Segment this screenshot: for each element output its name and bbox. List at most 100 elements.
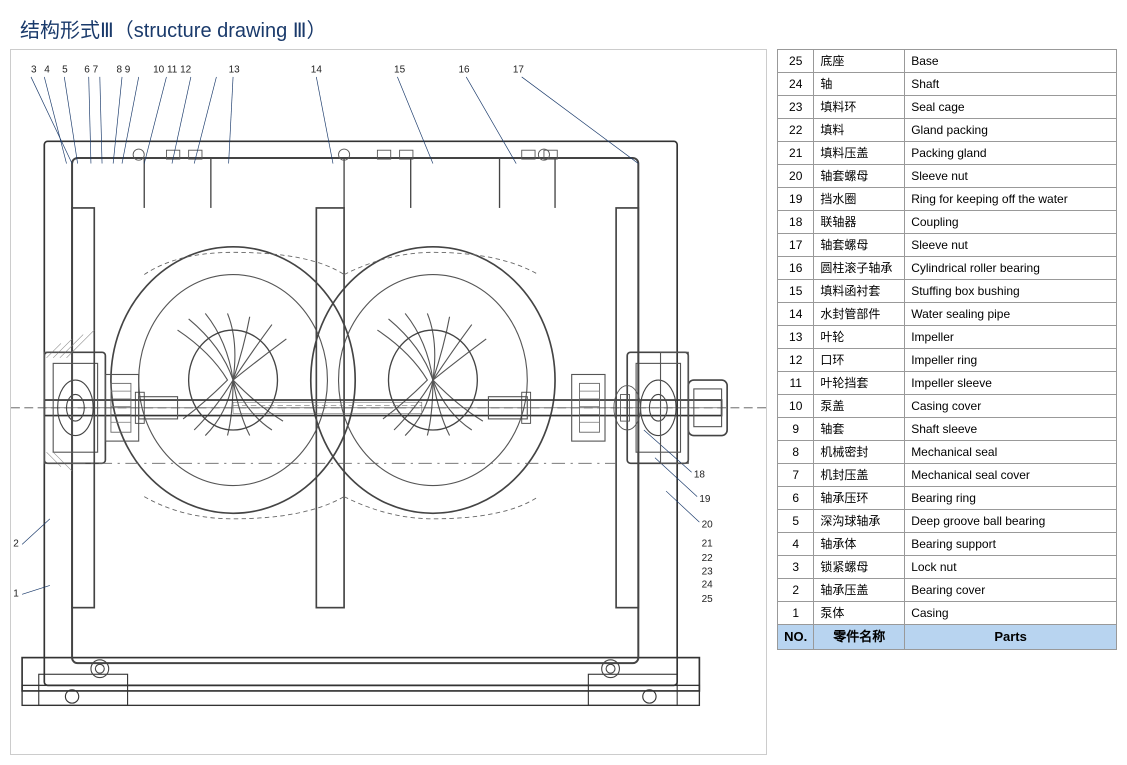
svg-text:6 7: 6 7	[84, 64, 98, 75]
diagram-area: 3 4 5 6 7 8 9 10 11 12 13 14 15 16 17	[10, 49, 767, 755]
part-name-zh: 轴套螺母	[814, 234, 905, 257]
header-zh: 零件名称	[814, 625, 905, 650]
part-name-zh: 轴	[814, 73, 905, 96]
part-number: 18	[778, 211, 814, 234]
part-name-en: Impeller ring	[905, 349, 1117, 372]
part-name-en: Sleeve nut	[905, 165, 1117, 188]
part-name-zh: 泵体	[814, 602, 905, 625]
svg-text:2: 2	[13, 539, 19, 550]
table-row: 22 填料 Gland packing	[778, 119, 1117, 142]
table-row: 1 泵体 Casing	[778, 602, 1117, 625]
part-name-en: Coupling	[905, 211, 1117, 234]
part-name-en: Impeller	[905, 326, 1117, 349]
part-number: 17	[778, 234, 814, 257]
part-name-en: Packing gland	[905, 142, 1117, 165]
part-name-en: Stuffing box bushing	[905, 280, 1117, 303]
part-name-zh: 泵盖	[814, 395, 905, 418]
header-no: NO.	[778, 625, 814, 650]
table-header-row: NO. 零件名称 Parts	[778, 625, 1117, 650]
part-number: 25	[778, 50, 814, 73]
part-number: 14	[778, 303, 814, 326]
part-number: 10	[778, 395, 814, 418]
main-content: 3 4 5 6 7 8 9 10 11 12 13 14 15 16 17	[0, 49, 1127, 765]
svg-text:14: 14	[311, 64, 323, 75]
table-row: 13 叶轮 Impeller	[778, 326, 1117, 349]
part-name-en: Mechanical seal	[905, 441, 1117, 464]
part-name-en: Bearing support	[905, 533, 1117, 556]
svg-text:10 11 12: 10 11 12	[153, 64, 192, 75]
table-row: 14 水封管部件 Water sealing pipe	[778, 303, 1117, 326]
part-name-en: Sleeve nut	[905, 234, 1117, 257]
part-number: 12	[778, 349, 814, 372]
page-title: 结构形式Ⅲ（structure drawing Ⅲ）	[0, 0, 1127, 49]
part-number: 3	[778, 556, 814, 579]
table-row: 23 填料环 Seal cage	[778, 96, 1117, 119]
part-number: 22	[778, 119, 814, 142]
part-name-zh: 挡水圈	[814, 188, 905, 211]
svg-text:3: 3	[31, 64, 37, 75]
table-row: 11 叶轮挡套 Impeller sleeve	[778, 372, 1117, 395]
table-row: 24 轴 Shaft	[778, 73, 1117, 96]
part-number: 7	[778, 464, 814, 487]
part-name-zh: 叶轮	[814, 326, 905, 349]
part-number: 20	[778, 165, 814, 188]
part-number: 8	[778, 441, 814, 464]
svg-text:17: 17	[513, 64, 525, 75]
part-number: 13	[778, 326, 814, 349]
parts-table-container: 25 底座 Base 24 轴 Shaft 23 填料环 Seal cage 2…	[777, 49, 1117, 755]
svg-text:18: 18	[694, 470, 706, 481]
part-name-en: Shaft sleeve	[905, 418, 1117, 441]
table-row: 20 轴套螺母 Sleeve nut	[778, 165, 1117, 188]
part-name-zh: 轴承体	[814, 533, 905, 556]
part-name-en: Bearing ring	[905, 487, 1117, 510]
part-name-zh: 深沟球轴承	[814, 510, 905, 533]
svg-text:24: 24	[702, 580, 714, 591]
part-name-zh: 口环	[814, 349, 905, 372]
part-name-en: Gland packing	[905, 119, 1117, 142]
part-name-zh: 底座	[814, 50, 905, 73]
table-row: 8 机械密封 Mechanical seal	[778, 441, 1117, 464]
part-name-zh: 轴承压盖	[814, 579, 905, 602]
part-name-en: Lock nut	[905, 556, 1117, 579]
table-row: 16 圆柱滚子轴承 Cylindrical roller bearing	[778, 257, 1117, 280]
part-name-zh: 锁紧螺母	[814, 556, 905, 579]
svg-text:5: 5	[62, 64, 68, 75]
part-name-en: Base	[905, 50, 1117, 73]
part-number: 19	[778, 188, 814, 211]
part-name-zh: 机封压盖	[814, 464, 905, 487]
table-row: 25 底座 Base	[778, 50, 1117, 73]
part-name-en: Bearing cover	[905, 579, 1117, 602]
svg-text:16: 16	[458, 64, 470, 75]
part-number: 6	[778, 487, 814, 510]
table-row: 4 轴承体 Bearing support	[778, 533, 1117, 556]
part-number: 11	[778, 372, 814, 395]
part-name-en: Water sealing pipe	[905, 303, 1117, 326]
part-name-zh: 水封管部件	[814, 303, 905, 326]
table-row: 5 深沟球轴承 Deep groove ball bearing	[778, 510, 1117, 533]
parts-table: 25 底座 Base 24 轴 Shaft 23 填料环 Seal cage 2…	[777, 49, 1117, 650]
part-number: 4	[778, 533, 814, 556]
svg-text:20: 20	[702, 520, 714, 531]
svg-text:13: 13	[229, 64, 241, 75]
svg-text:25: 25	[702, 594, 714, 605]
svg-text:23: 23	[702, 566, 714, 577]
table-row: 12 口环 Impeller ring	[778, 349, 1117, 372]
part-number: 21	[778, 142, 814, 165]
table-row: 19 挡水圈 Ring for keeping off the water	[778, 188, 1117, 211]
part-number: 24	[778, 73, 814, 96]
table-row: 2 轴承压盖 Bearing cover	[778, 579, 1117, 602]
part-name-en: Impeller sleeve	[905, 372, 1117, 395]
svg-text:8 9: 8 9	[116, 64, 130, 75]
part-number: 5	[778, 510, 814, 533]
part-name-en: Ring for keeping off the water	[905, 188, 1117, 211]
part-name-zh: 轴套螺母	[814, 165, 905, 188]
part-name-zh: 填料压盖	[814, 142, 905, 165]
part-name-en: Deep groove ball bearing	[905, 510, 1117, 533]
part-name-en: Mechanical seal cover	[905, 464, 1117, 487]
part-number: 23	[778, 96, 814, 119]
part-number: 16	[778, 257, 814, 280]
svg-text:1: 1	[13, 589, 19, 600]
svg-text:15: 15	[394, 64, 406, 75]
part-name-en: Shaft	[905, 73, 1117, 96]
technical-drawing: 3 4 5 6 7 8 9 10 11 12 13 14 15 16 17	[11, 50, 766, 754]
